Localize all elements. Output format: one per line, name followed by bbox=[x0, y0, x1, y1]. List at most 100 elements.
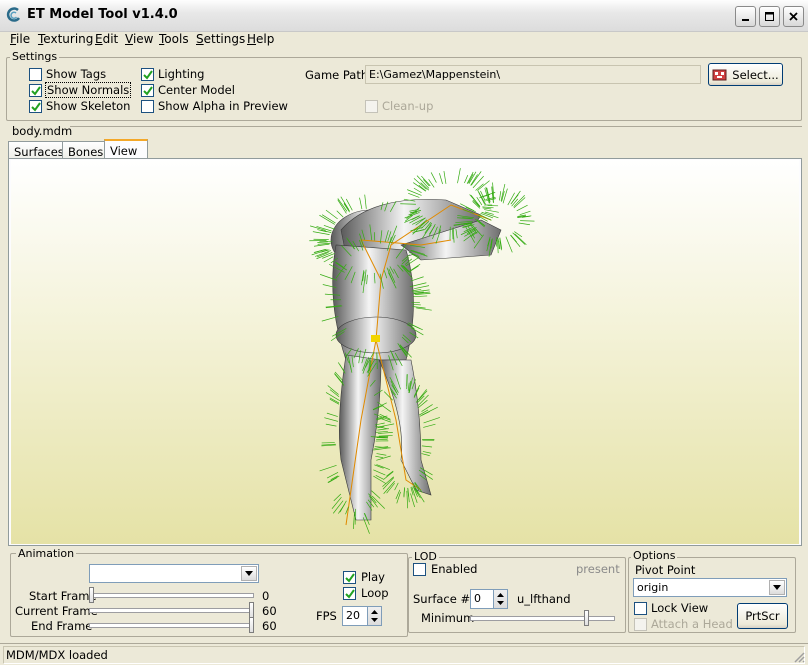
normal-line bbox=[499, 191, 502, 201]
puzzle-icon bbox=[712, 69, 727, 80]
normal-line bbox=[364, 194, 367, 209]
current-frame-thumb[interactable] bbox=[249, 602, 254, 618]
checkmark-icon bbox=[143, 70, 153, 80]
status-bar: MDM/MDX loaded bbox=[0, 643, 808, 665]
fps-label: FPS bbox=[316, 609, 337, 623]
end-frame-thumb[interactable] bbox=[249, 617, 254, 633]
normal-line bbox=[319, 214, 335, 225]
normal-line bbox=[423, 417, 440, 424]
normal-line bbox=[421, 445, 433, 448]
select-button[interactable]: Select... bbox=[708, 63, 783, 86]
play-checkbox[interactable] bbox=[343, 571, 356, 584]
show-normals-checkbox[interactable] bbox=[29, 84, 42, 97]
menu-file[interactable]: File bbox=[10, 32, 30, 46]
menu-tools[interactable]: Tools bbox=[159, 32, 189, 46]
normal-line bbox=[329, 397, 340, 404]
normal-line bbox=[407, 487, 409, 497]
normal-line bbox=[413, 187, 422, 194]
fps-input[interactable]: 20 bbox=[342, 606, 368, 626]
lighting-checkbox[interactable] bbox=[141, 68, 154, 81]
menu-view[interactable]: View bbox=[125, 32, 153, 46]
end-frame-value: 60 bbox=[262, 619, 277, 633]
normal-line bbox=[484, 209, 499, 213]
normal-line bbox=[418, 390, 428, 401]
start-frame-slider[interactable] bbox=[89, 593, 254, 598]
maximize-button[interactable] bbox=[759, 6, 780, 27]
normal-line bbox=[423, 423, 436, 428]
animation-select[interactable] bbox=[89, 564, 259, 583]
normal-line bbox=[430, 172, 437, 183]
fps-spinner[interactable] bbox=[367, 606, 382, 626]
lock-view-checkbox[interactable] bbox=[634, 602, 647, 615]
maximize-icon bbox=[765, 12, 774, 21]
play-label: Play bbox=[361, 570, 385, 584]
show-normals-label: Show Normals bbox=[44, 82, 132, 98]
show-tags-checkbox[interactable] bbox=[29, 68, 42, 81]
menu-help[interactable]: Help bbox=[247, 32, 274, 46]
normal-line bbox=[386, 470, 394, 477]
normal-line bbox=[382, 476, 394, 487]
surface-number-label: Surface # bbox=[413, 592, 471, 606]
current-frame-slider[interactable] bbox=[89, 608, 254, 613]
model-file-label: body.mdm bbox=[12, 124, 73, 138]
current-frame-value: 60 bbox=[262, 604, 277, 618]
current-frame-label: Current Frame bbox=[15, 604, 98, 618]
lod-minimum-slider[interactable] bbox=[470, 616, 615, 621]
surface-number-input[interactable]: 0 bbox=[470, 589, 494, 609]
center-model-checkbox[interactable] bbox=[141, 84, 154, 97]
lod-minimum-thumb[interactable] bbox=[584, 610, 589, 626]
normal-line bbox=[352, 511, 355, 530]
attach-head-label: Attach a Head bbox=[651, 617, 733, 631]
close-button[interactable] bbox=[783, 6, 804, 27]
menu-settings[interactable]: Settings bbox=[196, 32, 245, 46]
normal-line bbox=[472, 199, 481, 208]
show-alpha-checkbox[interactable] bbox=[141, 100, 154, 113]
pivot-point-select[interactable]: origin bbox=[633, 578, 787, 597]
normal-line bbox=[518, 222, 531, 226]
normal-line bbox=[416, 307, 432, 311]
prtscr-button[interactable]: PrtScr bbox=[737, 603, 788, 629]
chevron-down-icon bbox=[773, 585, 781, 590]
normal-line bbox=[337, 199, 347, 214]
normal-line bbox=[327, 385, 339, 395]
normal-line bbox=[382, 477, 395, 490]
attach-head-checkbox[interactable] bbox=[634, 618, 647, 631]
normal-line bbox=[505, 236, 513, 253]
normal-line bbox=[407, 189, 422, 196]
normal-line bbox=[312, 231, 330, 235]
checkmark-icon bbox=[31, 102, 41, 112]
loop-checkbox[interactable] bbox=[343, 587, 356, 600]
lod-enabled-checkbox[interactable] bbox=[413, 563, 426, 576]
normal-line bbox=[412, 306, 426, 309]
cleanup-checkbox[interactable] bbox=[365, 100, 378, 113]
menu-edit[interactable]: Edit bbox=[95, 32, 118, 46]
resize-grip-icon[interactable] bbox=[793, 651, 805, 663]
normal-line bbox=[475, 183, 484, 191]
spinner-arrows-icon bbox=[497, 593, 504, 605]
normal-line bbox=[482, 206, 494, 209]
title-bar[interactable]: ET Model Tool v1.4.0 bbox=[0, 0, 808, 32]
animation-group-label: Animation bbox=[16, 547, 77, 560]
show-skeleton-checkbox[interactable] bbox=[29, 100, 42, 113]
normal-line bbox=[324, 417, 338, 422]
model-viewport[interactable] bbox=[11, 160, 799, 544]
game-path-field[interactable]: E:\Gamez\Mappenstein\ bbox=[365, 65, 701, 84]
menu-bar: File Texturing Edit View Tools Settings … bbox=[0, 32, 808, 49]
show-skeleton-label: Show Skeleton bbox=[46, 99, 131, 113]
start-frame-thumb[interactable] bbox=[89, 587, 94, 603]
normal-line bbox=[331, 496, 342, 509]
surface-number-spinner[interactable] bbox=[493, 589, 508, 609]
pivot-dropdown-button[interactable] bbox=[769, 580, 785, 595]
menu-texturing[interactable]: Texturing bbox=[38, 32, 93, 46]
normal-line bbox=[513, 195, 525, 207]
loop-label: Loop bbox=[361, 586, 389, 600]
normal-line bbox=[326, 412, 338, 417]
normal-line bbox=[375, 475, 384, 480]
normal-line bbox=[359, 197, 363, 210]
animation-dropdown-button[interactable] bbox=[241, 566, 257, 581]
center-model-label: Center Model bbox=[158, 83, 235, 97]
normal-line bbox=[439, 173, 443, 185]
minimize-button[interactable] bbox=[735, 6, 756, 27]
end-frame-slider[interactable] bbox=[89, 623, 254, 628]
normal-line bbox=[336, 210, 344, 218]
